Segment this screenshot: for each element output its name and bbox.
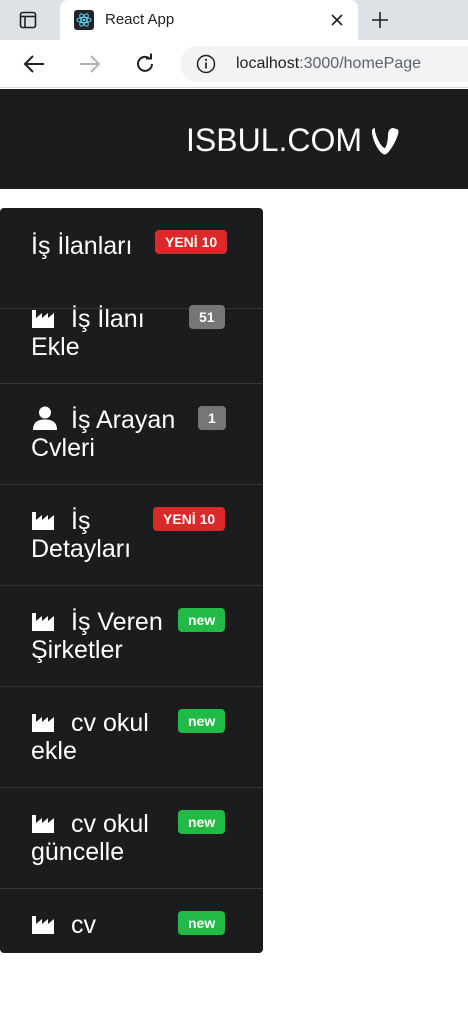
new-count-badge: YENİ 10 (155, 230, 228, 254)
factory-icon (31, 711, 59, 733)
new-count-badge: YENİ 10 (153, 507, 226, 531)
menu-item-cv[interactable]: cv new (0, 889, 263, 953)
info-icon[interactable] (196, 54, 216, 74)
react-icon (74, 10, 94, 30)
factory-icon (31, 913, 59, 935)
new-badge: new (178, 810, 226, 834)
tab-title: React App (105, 11, 175, 28)
menu-item-is-ilani-ekle[interactable]: İş İlanı Ekle 51 (0, 283, 263, 384)
new-badge: new (178, 911, 226, 935)
count-badge: 51 (189, 305, 225, 329)
factory-icon (31, 812, 59, 834)
menu-item-cv-okul-guncelle[interactable]: cv okul güncelle new (0, 788, 263, 889)
sidebar-menu: İş İlanları YENİ 10 İş İlanı Ekle 51 İş … (0, 208, 263, 953)
address-bar[interactable]: localhost:3000/homePage (180, 46, 468, 82)
brand-name: ISBUL.COM (186, 122, 363, 158)
menu-item-cv-okul-ekle[interactable]: cv okul ekle new (0, 687, 263, 788)
url-text: localhost:3000/homePage (236, 55, 422, 72)
menu-item-label: İş İlanları (31, 232, 133, 260)
back-arrow-icon[interactable] (20, 50, 48, 78)
menu-item-label: cv (71, 911, 96, 939)
factory-icon (31, 509, 59, 531)
browser-toolbar: localhost:3000/homePage (0, 40, 468, 88)
browser-tab[interactable]: React App (60, 0, 358, 40)
close-icon[interactable] (328, 11, 346, 29)
new-badge: new (178, 608, 226, 632)
user-icon (31, 406, 59, 430)
tab-actions-icon[interactable] (8, 6, 48, 34)
count-badge: 1 (198, 406, 226, 430)
typo3-icon (372, 127, 399, 155)
factory-icon (31, 307, 59, 329)
brand[interactable]: ISBUL.COM (186, 122, 400, 159)
menu-item-is-detaylari[interactable]: İş Detayları YENİ 10 (0, 485, 263, 586)
plus-icon[interactable] (368, 8, 392, 32)
menu-item-is-veren-sirketler[interactable]: İş Veren Şirketler new (0, 586, 263, 687)
reload-icon[interactable] (131, 50, 159, 78)
menu-item-is-arayan-cvleri[interactable]: İş Arayan Cvleri 1 (0, 384, 263, 485)
factory-icon (31, 610, 59, 632)
forward-arrow-icon[interactable] (76, 50, 104, 78)
app-header: ISBUL.COM (0, 89, 468, 189)
browser-tabstrip: React App (0, 0, 468, 40)
new-badge: new (178, 709, 226, 733)
